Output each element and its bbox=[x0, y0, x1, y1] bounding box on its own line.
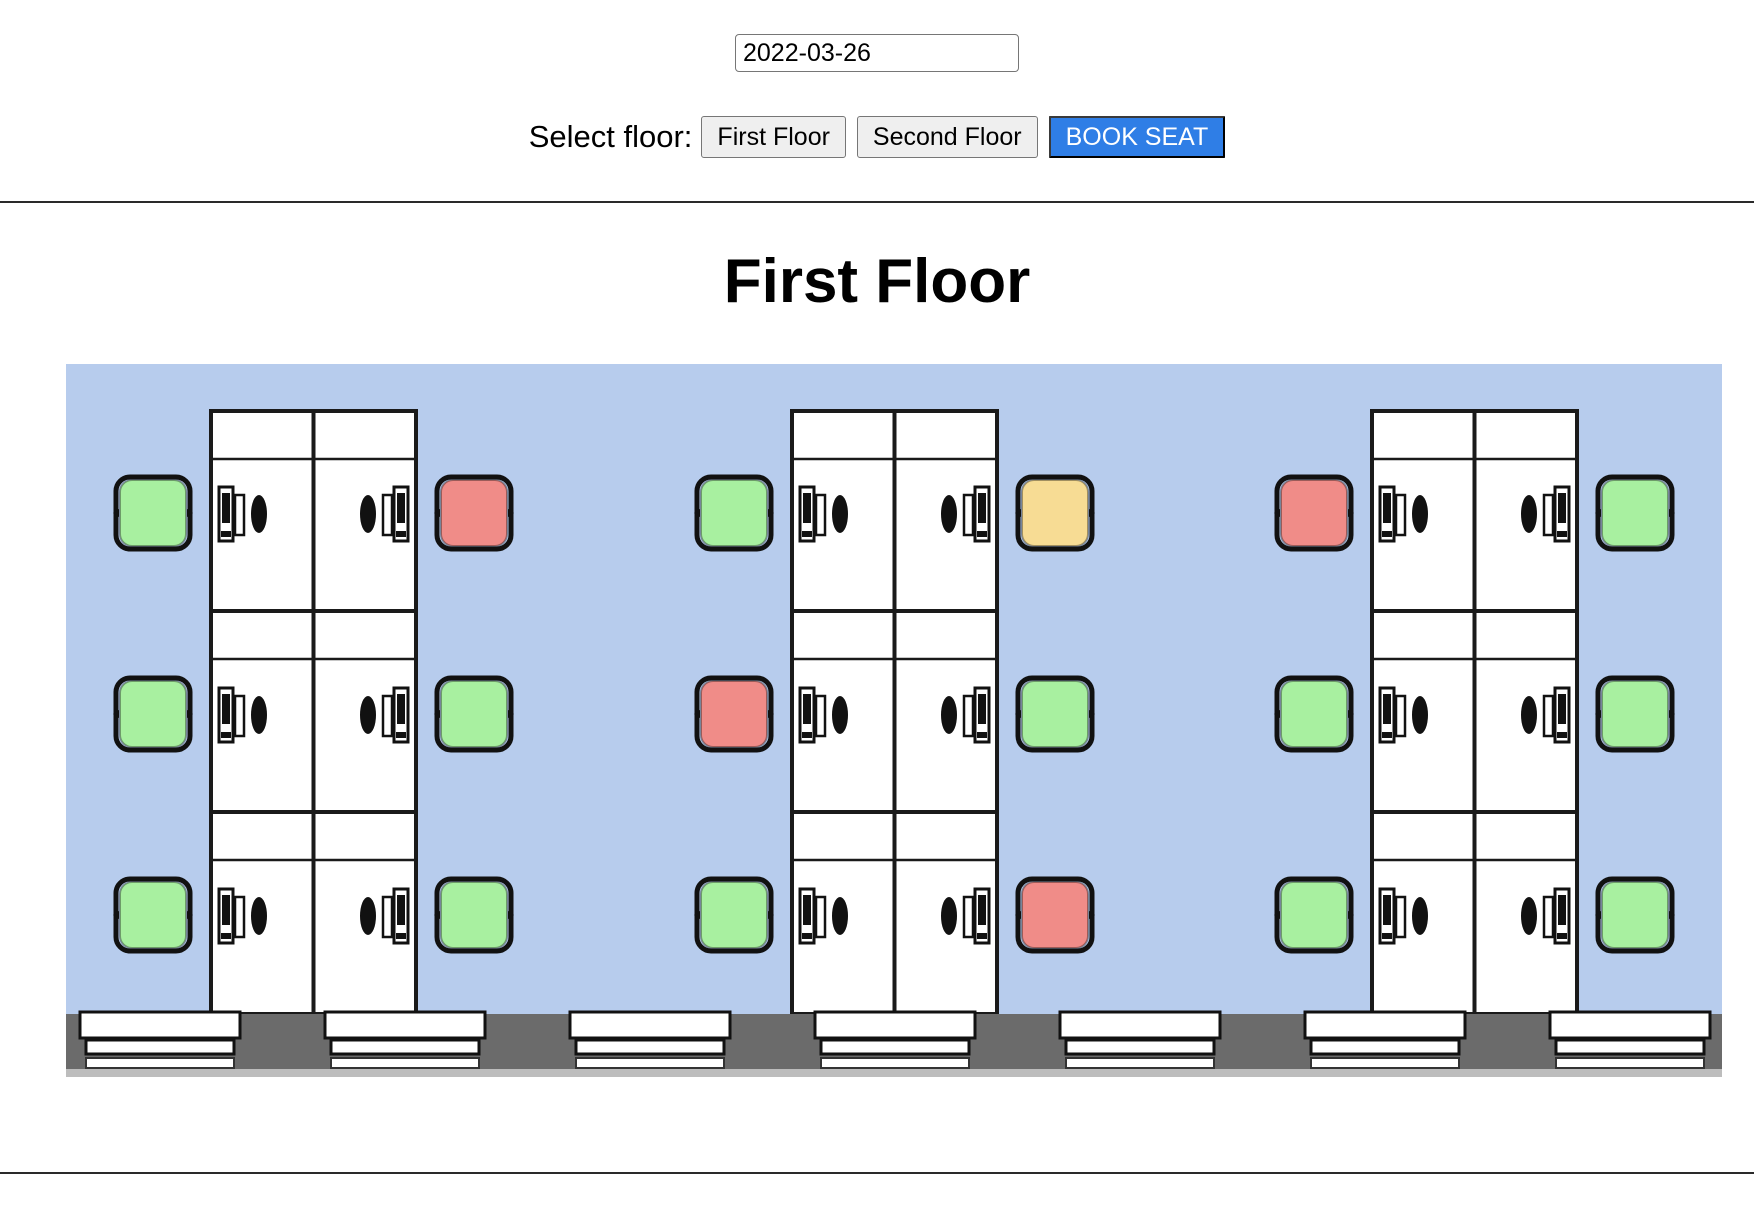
seat-available[interactable] bbox=[694, 876, 774, 954]
computer-icon bbox=[217, 887, 267, 945]
computer-icon bbox=[798, 686, 848, 744]
seat-available[interactable] bbox=[1015, 675, 1095, 753]
storage-cabinet bbox=[1303, 1010, 1467, 1069]
computer-icon bbox=[1521, 686, 1571, 744]
book-seat-button[interactable]: BOOK SEAT bbox=[1048, 116, 1226, 158]
seat-available[interactable] bbox=[1274, 675, 1354, 753]
seat-available[interactable] bbox=[434, 876, 514, 954]
desk-cluster bbox=[209, 409, 418, 1016]
desk-cluster bbox=[790, 409, 999, 1016]
seat-available[interactable] bbox=[113, 876, 193, 954]
computer-icon bbox=[1521, 485, 1571, 543]
storage-cabinet bbox=[1548, 1010, 1712, 1069]
floor-plan bbox=[66, 364, 1722, 1077]
seat-available[interactable] bbox=[113, 474, 193, 552]
computer-icon bbox=[941, 887, 991, 945]
storage-cabinet bbox=[78, 1010, 242, 1069]
computer-icon bbox=[941, 485, 991, 543]
floor-edge bbox=[66, 1069, 1722, 1077]
seat-booked[interactable] bbox=[1015, 876, 1095, 954]
computer-icon bbox=[360, 887, 410, 945]
bottom-divider bbox=[0, 1172, 1754, 1174]
seat-available[interactable] bbox=[694, 474, 774, 552]
storage-cabinet bbox=[1058, 1010, 1222, 1069]
seat-available[interactable] bbox=[1274, 876, 1354, 954]
storage-cabinet bbox=[568, 1010, 732, 1069]
computer-icon bbox=[217, 485, 267, 543]
seat-booked[interactable] bbox=[1274, 474, 1354, 552]
computer-icon bbox=[1378, 686, 1428, 744]
seat-available[interactable] bbox=[1595, 876, 1675, 954]
floor-selector: Select floor: First Floor Second Floor B… bbox=[0, 116, 1754, 158]
computer-icon bbox=[1521, 887, 1571, 945]
seat-available[interactable] bbox=[113, 675, 193, 753]
seat-booked[interactable] bbox=[694, 675, 774, 753]
seat-available[interactable] bbox=[1595, 474, 1675, 552]
select-floor-label: Select floor: bbox=[528, 119, 693, 154]
first-floor-button[interactable]: First Floor bbox=[701, 116, 846, 158]
computer-icon bbox=[360, 485, 410, 543]
seat-pending[interactable] bbox=[1015, 474, 1095, 552]
computer-icon bbox=[1378, 485, 1428, 543]
date-row bbox=[0, 34, 1754, 72]
floor-title: First Floor bbox=[723, 247, 1031, 316]
seat-available[interactable] bbox=[434, 675, 514, 753]
computer-icon bbox=[217, 686, 267, 744]
second-floor-button[interactable]: Second Floor bbox=[856, 116, 1038, 158]
storage-cabinet bbox=[323, 1010, 487, 1069]
seat-available[interactable] bbox=[1595, 675, 1675, 753]
top-divider bbox=[0, 201, 1754, 203]
computer-icon bbox=[798, 887, 848, 945]
computer-icon bbox=[1378, 887, 1428, 945]
computer-icon bbox=[941, 686, 991, 744]
computer-icon bbox=[798, 485, 848, 543]
desk-cluster bbox=[1370, 409, 1579, 1016]
computer-icon bbox=[360, 686, 410, 744]
date-input[interactable] bbox=[735, 34, 1019, 72]
seat-booked[interactable] bbox=[434, 474, 514, 552]
storage-cabinet bbox=[813, 1010, 977, 1069]
